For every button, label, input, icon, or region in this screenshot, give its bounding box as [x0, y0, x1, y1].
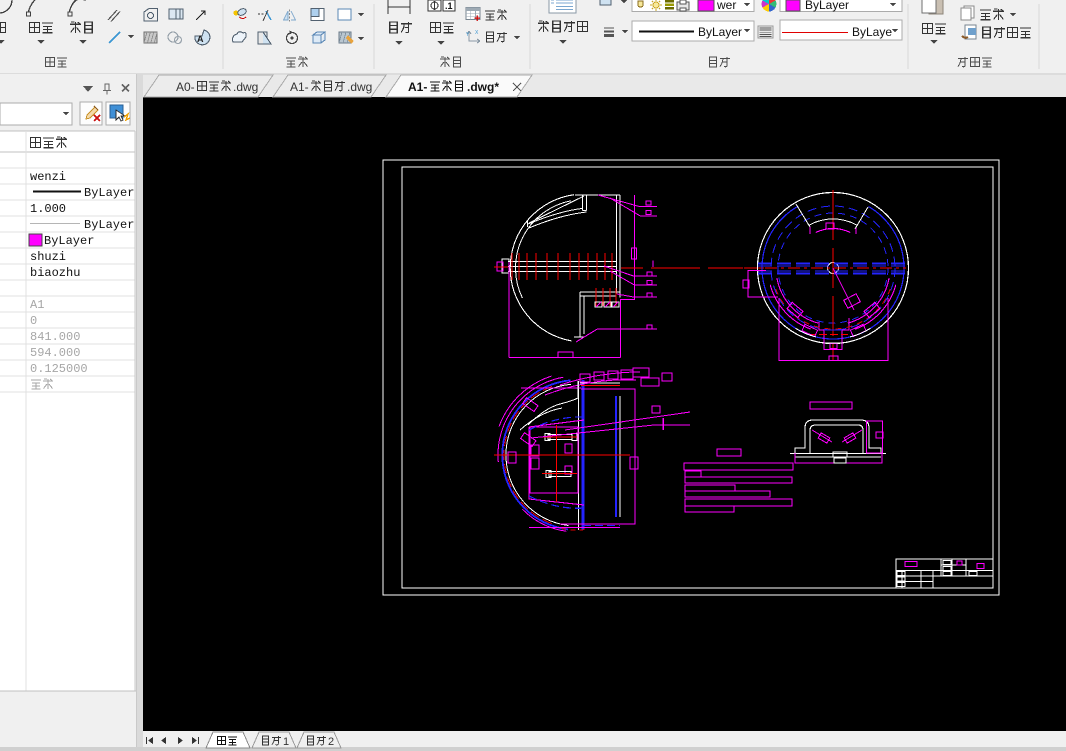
svg-text:.dwg: .dwg — [347, 80, 372, 94]
svg-text:ByLayer: ByLayer — [805, 0, 849, 12]
svg-text:ByLaye: ByLaye — [852, 25, 892, 39]
svg-text:841.000: 841.000 — [30, 330, 80, 344]
svg-text:shuzi: shuzi — [30, 250, 66, 264]
svg-text:0: 0 — [30, 314, 37, 328]
svg-text:biaozhu: biaozhu — [30, 266, 80, 280]
svg-text:wenzi: wenzi — [30, 170, 66, 184]
svg-text:1: 1 — [283, 736, 289, 748]
svg-text:0.125000: 0.125000 — [30, 362, 88, 376]
svg-text:wer: wer — [716, 0, 736, 12]
svg-text:1.000: 1.000 — [30, 202, 66, 216]
svg-text:A: A — [197, 34, 204, 44]
svg-text:ByLayer: ByLayer — [44, 234, 94, 248]
svg-text:.dwg: .dwg — [233, 80, 258, 94]
svg-text:.dwg*: .dwg* — [467, 80, 499, 94]
svg-text:A1-: A1- — [408, 80, 427, 94]
svg-text:A0-: A0- — [176, 80, 195, 94]
svg-text:ByLayer: ByLayer — [84, 186, 134, 200]
svg-text:2: 2 — [328, 736, 334, 748]
svg-text:ByLayer: ByLayer — [698, 25, 742, 39]
svg-text:ByLayer: ByLayer — [84, 218, 134, 232]
svg-text:A1-: A1- — [290, 80, 309, 94]
svg-text:+: + — [474, 13, 480, 25]
svg-text:.1: .1 — [445, 1, 453, 11]
svg-text:A1: A1 — [30, 298, 44, 312]
svg-text:594.000: 594.000 — [30, 346, 80, 360]
